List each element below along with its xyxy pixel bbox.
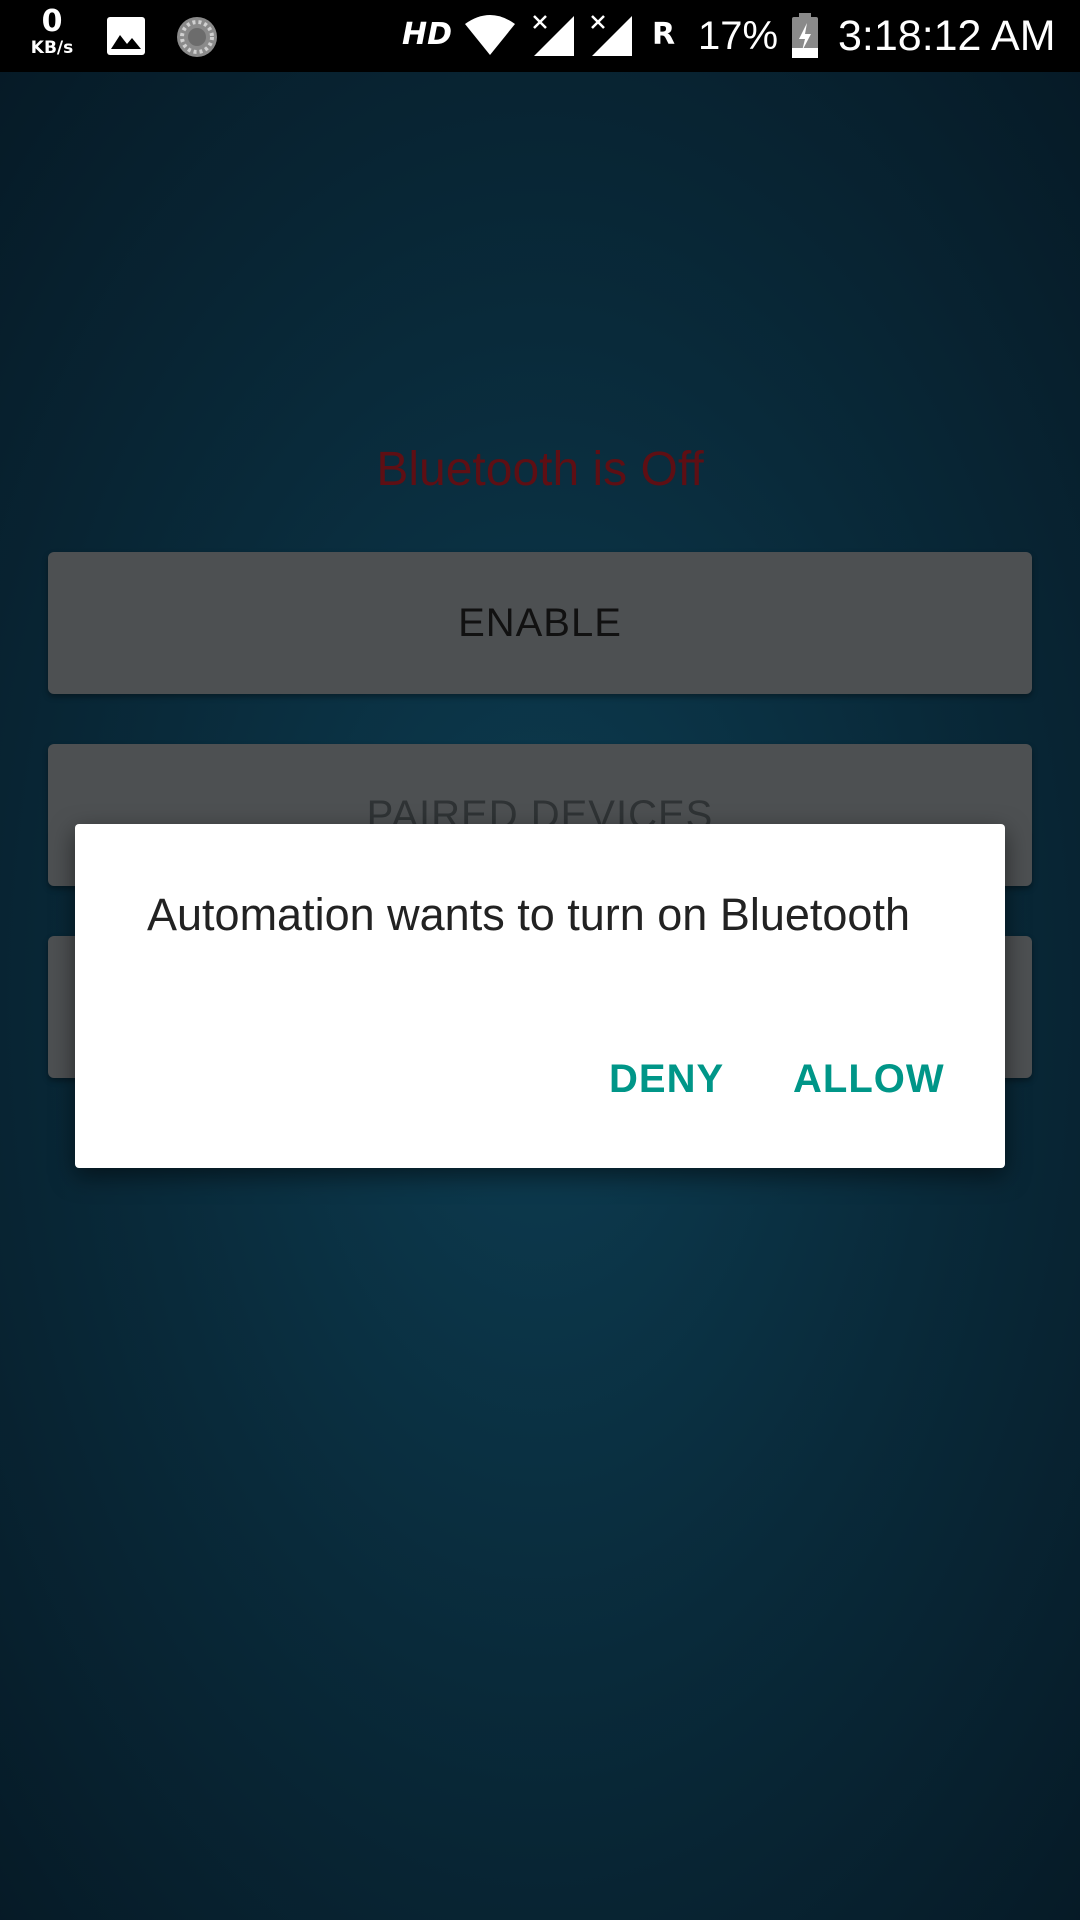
deny-button[interactable]: DENY [609, 1054, 724, 1104]
enable-button[interactable]: ENABLE [48, 552, 1032, 694]
status-bar: 0 KB/s HD R 17% 3:18:12 AM [0, 0, 1080, 72]
roaming-badge: R [652, 17, 676, 52]
network-speed-value: 0 [41, 4, 63, 39]
signal-icon [532, 14, 576, 62]
network-speed-unit: KB/s [30, 38, 74, 58]
bluetooth-status-text: Bluetooth is Off [376, 443, 704, 496]
screen: 0 KB/s HD R 17% 3:18:12 AM Bluetooth is … [0, 0, 1080, 1920]
network-speed-indicator: 0 KB/s [24, 4, 80, 59]
bluetooth-permission-dialog: Automation wants to turn on Bluetooth DE… [75, 824, 1005, 1168]
battery-charging-icon [790, 12, 820, 64]
signal-icon [590, 14, 634, 62]
battery-percent: 17% [698, 14, 779, 58]
sync-icon [174, 14, 220, 64]
allow-button[interactable]: ALLOW [793, 1054, 945, 1104]
clock: 3:18:12 AM [838, 12, 1056, 60]
wifi-icon [464, 14, 516, 60]
hd-badge: HD [402, 17, 453, 52]
dialog-message: Automation wants to turn on Bluetooth [147, 889, 910, 940]
gallery-icon [106, 16, 146, 60]
